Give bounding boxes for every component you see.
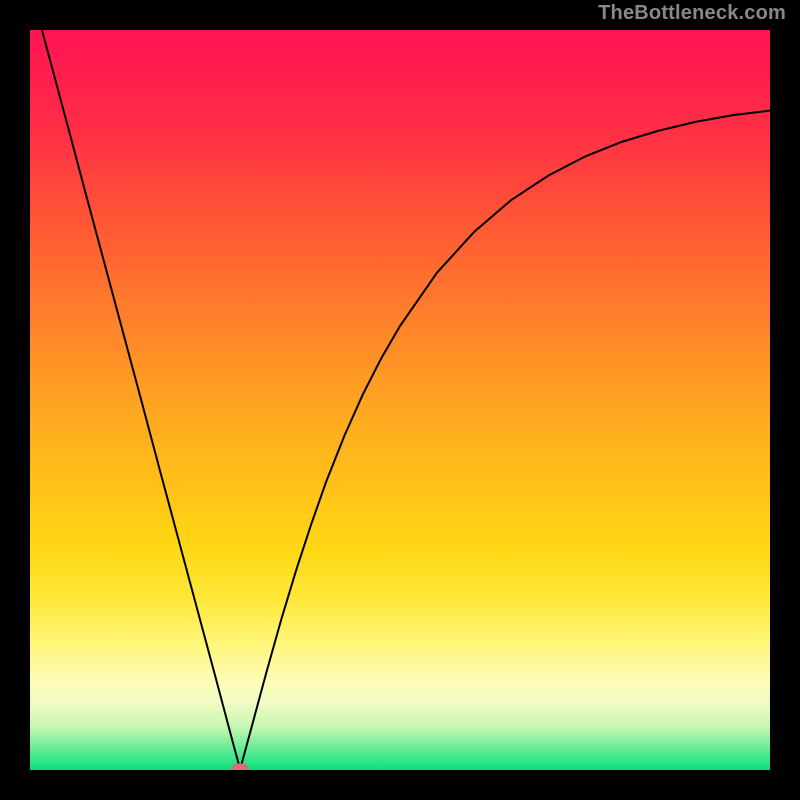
bottleneck-curve xyxy=(30,30,770,770)
watermark-text: TheBottleneck.com xyxy=(598,2,786,25)
marker-dot xyxy=(231,764,249,770)
chart-frame: TheBottleneck.com xyxy=(0,0,800,800)
bottleneck-curve-path xyxy=(30,30,770,769)
plot-area xyxy=(30,30,770,770)
